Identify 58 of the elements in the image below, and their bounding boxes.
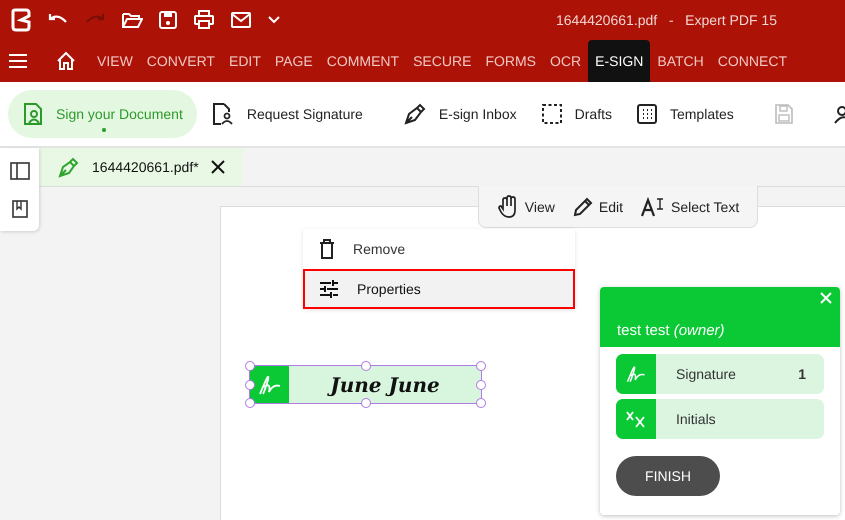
trash-icon bbox=[319, 239, 335, 259]
document-tab[interactable]: 1644420661.pdf* bbox=[40, 148, 243, 186]
document-person-icon bbox=[22, 102, 44, 126]
pen-nib-icon bbox=[402, 102, 427, 126]
toolbar-button[interactable]: Templates bbox=[626, 90, 744, 138]
field-type-item[interactable]: Initials bbox=[616, 399, 824, 439]
pencil-icon bbox=[572, 196, 593, 216]
menu-tab[interactable]: CONNECT bbox=[710, 40, 794, 82]
text-cursor-icon bbox=[640, 196, 665, 216]
menu-tab[interactable]: CONVERT bbox=[140, 40, 222, 82]
mail-icon[interactable] bbox=[230, 11, 252, 29]
app-logo-icon[interactable] bbox=[10, 8, 32, 32]
home-icon[interactable] bbox=[56, 51, 76, 71]
menu-tab[interactable]: COMMENT bbox=[320, 40, 406, 82]
signer-name: test test (owner) bbox=[617, 322, 725, 339]
resize-handle[interactable] bbox=[360, 398, 370, 408]
field-type-item[interactable]: Signature 1 bbox=[616, 354, 824, 394]
menu-icon[interactable] bbox=[8, 53, 28, 69]
menu-tab[interactable]: FORMS bbox=[478, 40, 543, 82]
save-icon bbox=[774, 103, 794, 125]
toolbar-button[interactable]: Request Signature bbox=[200, 90, 373, 138]
menu-tab[interactable]: SECURE bbox=[406, 40, 478, 82]
signature-icon bbox=[625, 364, 647, 384]
chevron-down-icon[interactable] bbox=[267, 15, 281, 25]
menu-tab[interactable]: VIEW bbox=[90, 40, 140, 82]
signature-text: June June bbox=[289, 372, 481, 396]
initials-icon bbox=[625, 410, 647, 428]
document-tab-label: 1644420661.pdf* bbox=[92, 159, 199, 175]
field-count: 1 bbox=[798, 366, 807, 382]
dashed-square-icon bbox=[540, 103, 563, 125]
pen-nib-icon bbox=[58, 156, 80, 178]
save-icon[interactable] bbox=[158, 10, 178, 30]
bookmark-icon[interactable] bbox=[12, 200, 28, 218]
document-people-icon bbox=[210, 102, 235, 126]
signature-icon bbox=[256, 374, 282, 396]
toolbar-button[interactable]: Drafts bbox=[530, 90, 622, 138]
person-icon bbox=[834, 103, 845, 125]
hand-icon bbox=[496, 194, 519, 218]
menu-tab[interactable]: EDIT bbox=[222, 40, 268, 82]
window-title: 1644420661.pdf - Expert PDF 15 bbox=[556, 12, 777, 28]
menu-tab[interactable]: BATCH bbox=[650, 40, 711, 82]
print-icon[interactable] bbox=[193, 10, 215, 30]
folder-icon[interactable] bbox=[121, 11, 143, 29]
grid-square-icon bbox=[636, 103, 658, 125]
mode-button[interactable]: Edit bbox=[566, 196, 629, 216]
context-menu-item[interactable]: Properties bbox=[303, 269, 575, 309]
mode-button[interactable]: Select Text bbox=[634, 196, 746, 216]
mode-button[interactable]: View bbox=[490, 194, 561, 218]
sliders-icon bbox=[319, 280, 339, 298]
toolbar-button[interactable]: E-sign Inbox bbox=[392, 90, 527, 138]
resize-handle[interactable] bbox=[360, 361, 370, 371]
panel-toggle-icon[interactable] bbox=[10, 162, 30, 180]
context-menu-item[interactable]: Remove bbox=[303, 229, 575, 269]
menu-tab[interactable]: PAGE bbox=[268, 40, 320, 82]
menu-tab[interactable]: OCR bbox=[543, 40, 588, 82]
close-icon[interactable] bbox=[210, 160, 225, 174]
finish-button[interactable]: FINISH bbox=[616, 456, 720, 496]
menu-tab[interactable]: E-SIGN bbox=[588, 40, 650, 82]
